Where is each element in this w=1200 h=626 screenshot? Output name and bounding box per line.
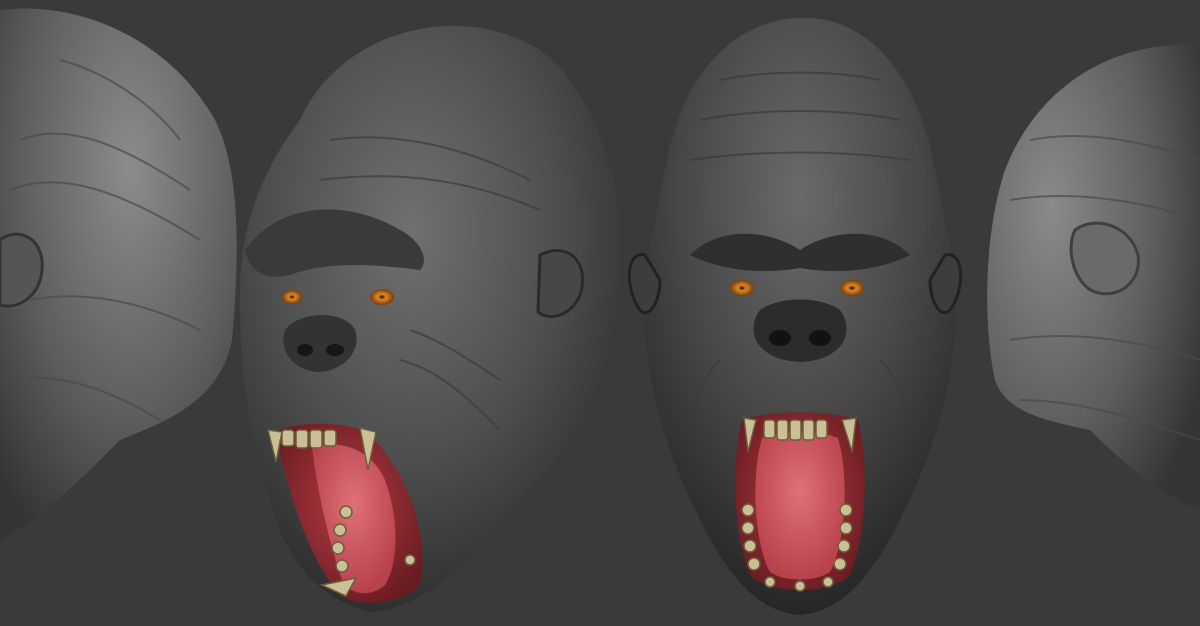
- nostril-icon: [769, 330, 791, 346]
- tongue: [755, 432, 845, 580]
- nose-icon: [753, 299, 847, 362]
- nostril-icon: [326, 344, 344, 356]
- eye-left-icon: [282, 290, 302, 304]
- nostril-icon: [297, 344, 313, 356]
- render-canvas: [0, 8, 1200, 615]
- gorilla-head-front-view: [627, 17, 963, 615]
- eye-right-icon: [840, 280, 864, 296]
- nostril-icon: [809, 330, 831, 346]
- render-viewport: [0, 0, 1200, 626]
- gorilla-head-three-quarter-view: [239, 25, 622, 612]
- eye-right-icon: [370, 289, 394, 305]
- head-shape: [239, 25, 622, 612]
- eye-left-icon: [730, 280, 754, 296]
- gorilla-head-side-right-view: [987, 44, 1200, 510]
- gorilla-head-back-left-view: [0, 8, 237, 540]
